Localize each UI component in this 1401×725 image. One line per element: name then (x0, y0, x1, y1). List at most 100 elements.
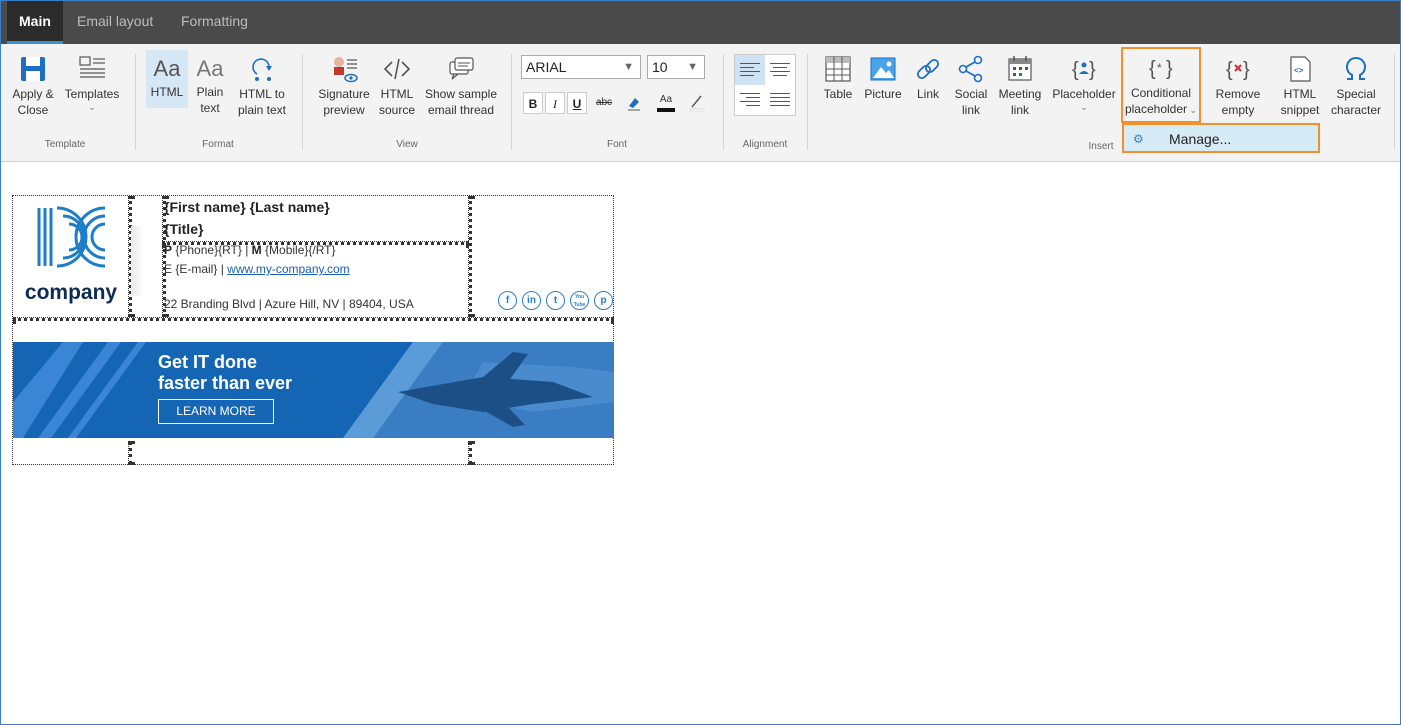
group-label-format: Format (202, 139, 234, 150)
placeholder-icon: { } (1072, 59, 1096, 81)
address-line: 22 Branding Blvd | Azure Hill, NV | 8940… (164, 297, 414, 311)
company-logo: company (21, 204, 121, 309)
tab-bar: Main Email layout Formatting (1, 1, 1400, 44)
templates-label: Templates (64, 87, 120, 101)
manage-menu-item[interactable]: ⚙ Manage... (1122, 123, 1320, 153)
align-right-button[interactable] (735, 85, 765, 115)
divider (807, 54, 808, 150)
tab-email-layout[interactable]: Email layout (65, 1, 165, 44)
alignment-grid (734, 54, 796, 116)
chevron-down-icon: ▼ (687, 61, 698, 73)
font-family-select[interactable]: ARIAL ▼ (521, 55, 641, 79)
align-justify-button[interactable] (765, 85, 795, 115)
svg-text:*: * (1157, 61, 1162, 75)
picture-label: Picture (864, 87, 902, 101)
insert-social-link-button[interactable]: Social link (951, 54, 991, 118)
chat-bubble-icon (449, 57, 474, 80)
manage-label: Manage... (1169, 131, 1232, 147)
mobile-prefix: M (251, 243, 262, 257)
chevron-down-icon: ⌄ (1080, 102, 1088, 112)
picture-icon (870, 57, 896, 81)
font-size-value: 10 (652, 59, 668, 75)
social-link-label: Social link (954, 87, 988, 117)
insert-table-button[interactable]: Table (818, 54, 858, 102)
link-label: Link (916, 87, 939, 101)
underline-button[interactable]: U (567, 92, 587, 114)
insert-link-button[interactable]: Link (909, 54, 947, 102)
templates-button[interactable]: Templates ⌄ (63, 54, 121, 112)
facebook-icon[interactable]: f (498, 291, 517, 310)
font-size-select[interactable]: 10 ▼ (647, 55, 705, 79)
html-source-button[interactable]: HTML source (377, 54, 417, 118)
plain-text-button[interactable]: Aa Plain text (192, 54, 228, 116)
group-label-alignment: Alignment (742, 139, 788, 150)
phone-value: {Phone}{RT} | (175, 243, 249, 257)
insert-placeholder-button[interactable]: { } Placeholder ⌄ (1051, 54, 1117, 112)
table-divider (468, 196, 472, 317)
website-link[interactable]: www.my-company.com (227, 262, 349, 276)
signature-canvas[interactable]: company {First name} {Last name} {Title}… (12, 195, 614, 465)
group-label-font: Font (606, 139, 627, 150)
html-snippet-icon: <> (1290, 56, 1311, 82)
group-label-template: Template (44, 139, 86, 150)
conditional-placeholder-label: Conditional placeholder (1124, 86, 1192, 116)
remove-empty-button[interactable]: { } Remove empty (1208, 54, 1268, 124)
phone-prefix: P (164, 243, 173, 257)
table-icon (825, 56, 851, 82)
email-line: E {E-mail} | www.my-company.com (164, 262, 350, 276)
html-snippet-label: HTML snippet (1280, 87, 1320, 117)
omega-icon (1346, 56, 1366, 80)
align-left-button[interactable] (735, 55, 765, 85)
svg-text:}: } (1243, 59, 1250, 81)
highlight-pen-icon[interactable] (686, 92, 708, 114)
italic-button[interactable]: I (545, 92, 565, 114)
divider (302, 54, 303, 150)
clear-format-icon[interactable] (623, 92, 645, 114)
twitter-icon[interactable]: t (546, 291, 565, 310)
strikethrough-button[interactable]: abc (593, 92, 615, 114)
learn-more-button[interactable]: LEARN MORE (158, 399, 274, 424)
html-format-button[interactable]: Aa HTML (146, 50, 188, 108)
html-format-label: HTML (150, 85, 184, 99)
linkedin-icon[interactable]: in (522, 291, 541, 310)
insert-html-snippet-button[interactable]: <> HTML snippet (1276, 54, 1324, 118)
signature-editor-window: Main Email layout Formatting Apply & Clo… (0, 0, 1401, 725)
signature-preview-label: Signature preview (318, 87, 370, 117)
svg-text:{: { (1072, 59, 1079, 81)
sample-thread-button[interactable]: Show sample email thread (423, 54, 499, 118)
svg-text:}: } (1089, 59, 1096, 81)
pinterest-icon[interactable]: p (594, 291, 613, 310)
special-character-label: Special character (1330, 87, 1382, 117)
logo-mark-icon (37, 206, 106, 268)
gear-icon: ⚙ (1133, 132, 1144, 146)
insert-meeting-link-button[interactable]: Meeting link (995, 54, 1045, 118)
signature-preview-icon (334, 57, 358, 83)
calendar-icon (1008, 56, 1032, 81)
divider (135, 54, 136, 150)
meeting-link-label: Meeting link (998, 87, 1042, 117)
font-color-icon[interactable]: Aa (655, 92, 677, 114)
svg-text:<>: <> (1294, 66, 1304, 75)
insert-special-character-button[interactable]: Special character (1329, 54, 1383, 118)
tab-main[interactable]: Main (7, 1, 63, 44)
html-to-plain-button[interactable]: HTML to plain text (233, 54, 291, 118)
logo-shadow (131, 226, 143, 296)
tab-formatting[interactable]: Formatting (169, 1, 260, 44)
conditional-placeholder-icon: { } * (1149, 58, 1173, 80)
phone-line: P {Phone}{RT} | M {Mobile}{/RT} (164, 243, 336, 257)
plain-text-icon: Aa (196, 56, 224, 81)
sample-thread-label: Show sample email thread (424, 87, 498, 117)
youtube-icon[interactable]: You Tube (570, 291, 589, 310)
conditional-placeholder-button[interactable]: { } * Conditional placeholder ⌄ (1121, 47, 1201, 123)
insert-picture-button[interactable]: Picture (863, 54, 903, 102)
share-icon (958, 55, 983, 83)
svg-text:{: { (1226, 59, 1233, 81)
align-center-button[interactable] (765, 55, 795, 85)
signature-preview-button[interactable]: Signature preview (315, 54, 373, 118)
chevron-down-icon: ⌄ (1187, 105, 1198, 115)
remove-placeholder-icon: { } (1226, 59, 1250, 81)
promo-banner[interactable]: Get IT done faster than ever LEARN MORE (13, 342, 614, 438)
apply-close-button[interactable]: Apply & Close (7, 54, 59, 118)
bold-button[interactable]: B (523, 92, 543, 114)
divider (723, 54, 724, 150)
